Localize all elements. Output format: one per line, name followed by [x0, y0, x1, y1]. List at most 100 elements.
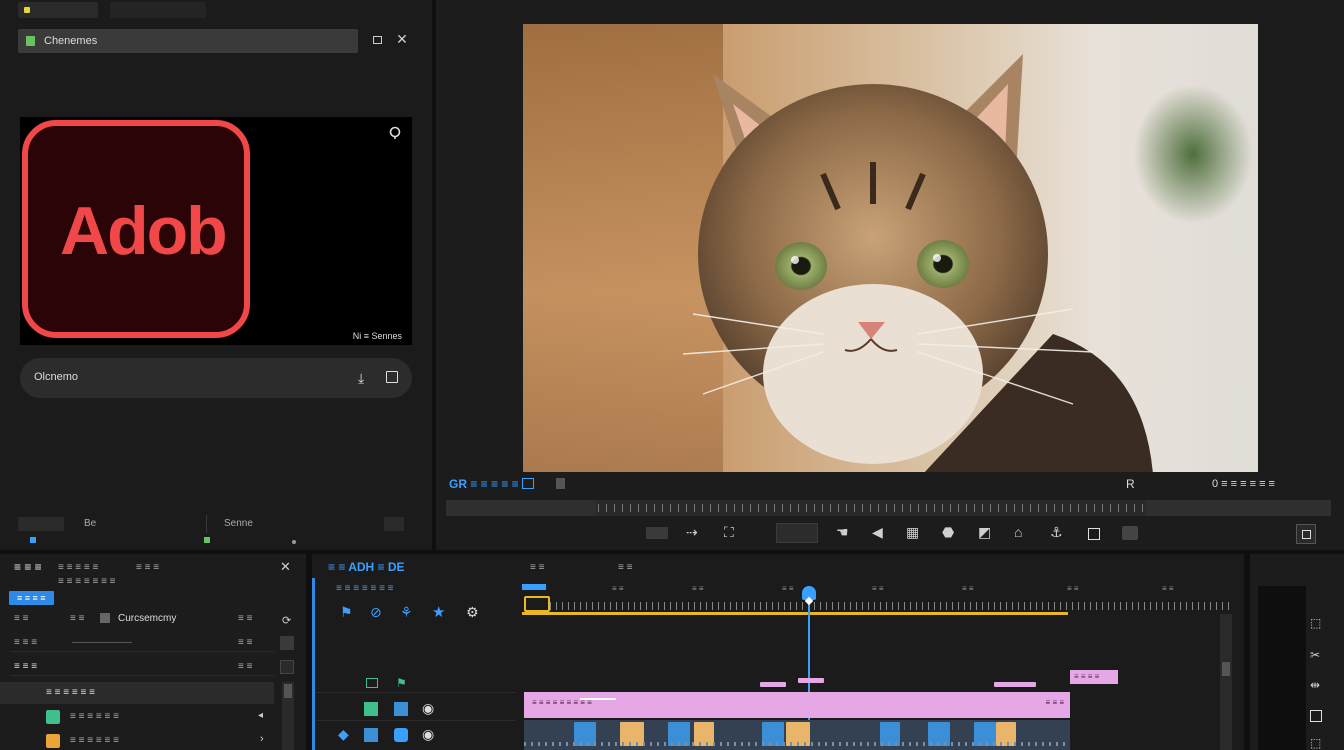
timeline-title[interactable]: ≡ ≡ ADH ≡ DE [328, 560, 405, 574]
in-point-marker[interactable] [524, 596, 550, 612]
razor-tool-icon[interactable]: ✂ [1310, 648, 1320, 662]
timeline-tab-3[interactable]: ≡ ≡ [618, 562, 632, 573]
effects-menu-label: ≡ ≡ ≡ ≡ ≡ [58, 562, 99, 573]
preset-icon [100, 613, 110, 623]
snap-icon[interactable]: ⚑ [340, 604, 353, 621]
bin-icon[interactable] [386, 371, 398, 383]
program-ruler[interactable] [446, 500, 1331, 516]
settings-star-icon[interactable]: ★ [432, 603, 445, 621]
track-v2-toggle-icon[interactable] [364, 702, 378, 716]
scroll-thumb[interactable] [284, 684, 292, 698]
project-tab[interactable] [18, 2, 98, 18]
track-v1-sync-icon[interactable]: ◉ [422, 726, 434, 743]
track-v3-lock-icon[interactable]: ⚑ [396, 676, 407, 690]
item-1-label: ≡ ≡ ≡ ≡ ≡ ≡ [70, 711, 119, 722]
status-dot-blue [30, 537, 36, 543]
selection-tool-icon[interactable]: ⬚ [1310, 616, 1321, 630]
timeline-ruler[interactable]: ≡ ≡ ≡ ≡ ≡ ≡ ≡ ≡ ≡ ≡ ≡ ≡ ≡ ≡ ≡ ≡ [522, 584, 1232, 618]
effects-subtitle: ≡ ≡ ≡ ≡ ≡ ≡ ≡ [58, 576, 116, 587]
logo-text: Adob [60, 193, 228, 269]
orange-effect-icon [46, 734, 60, 748]
linked-icon[interactable]: ⊘ [370, 604, 382, 621]
track-v1-toggle-icon[interactable] [364, 728, 378, 742]
track-divider-1 [316, 692, 516, 693]
ruler-label: ≡ ≡ [962, 584, 974, 593]
col-4-header: ≡ ≡ [238, 613, 253, 624]
list-view-icon[interactable] [18, 517, 64, 531]
settings-icon[interactable] [556, 478, 565, 489]
row-1-line [72, 642, 132, 643]
effects-folder-row[interactable]: ≡ ≡ ≡ ≡ ≡ ≡ [0, 682, 274, 704]
effects-item-1[interactable]: ≡ ≡ ≡ ≡ ≡ ≡ ◂ [0, 706, 274, 728]
effects-menu-label-2: ≡ ≡ ≡ [136, 562, 160, 573]
marker-chip[interactable] [994, 682, 1036, 687]
timeline-scrollbar[interactable] [1220, 614, 1232, 750]
close-icon[interactable]: ✕ [394, 31, 410, 47]
row-2-toggle-icon[interactable] [280, 660, 294, 674]
track-v3-toggle-icon[interactable] [366, 678, 378, 688]
camera-icon[interactable] [1122, 526, 1138, 540]
zoom-slider-icon[interactable] [384, 517, 404, 531]
marker-label[interactable]: ≡ ≡ ≡ ≡ [1070, 670, 1118, 684]
row-1-toggle-icon[interactable] [280, 636, 294, 650]
timeline-tab-2[interactable]: ≡ ≡ [530, 562, 544, 573]
track-v1-eye-icon[interactable] [394, 728, 408, 742]
col-2-header: ≡ ≡ [70, 613, 85, 624]
square-icon[interactable] [1088, 528, 1100, 540]
work-area-bar[interactable] [522, 612, 1068, 615]
marker-in-icon[interactable] [646, 527, 668, 539]
extract-icon[interactable] [776, 523, 818, 543]
scroll-thumb[interactable] [1222, 662, 1230, 676]
arrow-icon[interactable]: ⇢ [686, 524, 698, 541]
clip-name-field[interactable]: Olcnemo ⤓ [20, 358, 412, 398]
program-timecode[interactable]: GR ≡ ≡ ≡ ≡ ≡ [449, 477, 519, 491]
maximize-icon[interactable] [370, 33, 384, 47]
download-icon[interactable]: ⤓ [358, 370, 364, 387]
play-icon[interactable]: ◀ [872, 524, 883, 541]
track-v1-target-icon[interactable]: ◆ [338, 726, 349, 743]
rectangle-tool-icon[interactable] [1310, 710, 1322, 722]
add-marker-icon[interactable]: ⚘ [400, 604, 413, 621]
track-v2-sync-icon[interactable]: ◉ [422, 700, 434, 717]
effects-row-2[interactable]: ≡ ≡ ≡ ≡ ≡ [10, 658, 274, 676]
fit-icon[interactable] [522, 478, 534, 489]
project-tab-2[interactable] [110, 2, 206, 18]
video-frame[interactable] [523, 24, 1258, 472]
settings-box-icon[interactable] [1296, 524, 1316, 544]
slip-tool-icon[interactable]: ⇹ [1310, 678, 1320, 692]
clip-v2[interactable]: ≡ ≡ ≡ ≡ ≡ ≡ ≡ ≡ ≡ ≡ ≡ ≡ [524, 692, 1070, 718]
marker-chip[interactable] [798, 678, 824, 683]
clip-v2-end: ≡ ≡ ≡ [1045, 698, 1064, 707]
chevron-right-icon[interactable]: › [260, 733, 264, 745]
insert-icon[interactable]: ⌂ [1014, 524, 1022, 540]
effects-item-2[interactable]: ≡ ≡ ≡ ≡ ≡ ≡ › [0, 730, 274, 750]
export-icon[interactable]: ⚓ [1050, 524, 1063, 541]
lift-icon[interactable]: ⛶ [724, 524, 734, 541]
col-1-header: ≡ ≡ [14, 613, 29, 624]
loop-icon[interactable]: ⬣ [942, 524, 954, 541]
mark-label[interactable]: R [1126, 477, 1135, 491]
hand-tool-icon[interactable]: ⬚ [1310, 736, 1321, 750]
effects-row-1[interactable]: ≡ ≡ ≡ ≡ ≡ [10, 634, 274, 652]
step-icon[interactable]: ▦ [906, 524, 919, 541]
chevron-icon[interactable]: ◂ [258, 710, 263, 721]
link-icon[interactable] [387, 125, 403, 141]
close-icon[interactable]: ✕ [280, 559, 291, 575]
item-2-label: ≡ ≡ ≡ ≡ ≡ ≡ [70, 735, 119, 746]
tools-panel: ⬚ ✂ ⇹ ⬚ [1250, 554, 1344, 750]
marker-chip[interactable] [760, 682, 786, 687]
track-v2-eye-icon[interactable] [394, 702, 408, 716]
captions-icon[interactable]: ⚙ [466, 604, 479, 621]
row-2-code: ≡ ≡ [238, 661, 253, 672]
ruler-label: ≡ ≡ [782, 584, 794, 593]
overwrite-icon[interactable]: ◩ [978, 524, 991, 541]
ruler-label: ≡ ≡ [1162, 584, 1174, 593]
ruler-range-left [446, 500, 596, 516]
timeline-accent-bar [312, 578, 315, 750]
hand-icon[interactable]: ☚ [836, 524, 849, 541]
media-thumbnail[interactable]: Adob Ni ≡ Sennes [20, 117, 412, 345]
media-search-bar[interactable]: Chenemes [18, 29, 358, 53]
refresh-icon[interactable]: ⟳ [282, 614, 291, 627]
effects-scrollbar[interactable] [282, 682, 294, 750]
effects-badge[interactable]: ≡ ≡ ≡ ≡ [9, 591, 54, 605]
